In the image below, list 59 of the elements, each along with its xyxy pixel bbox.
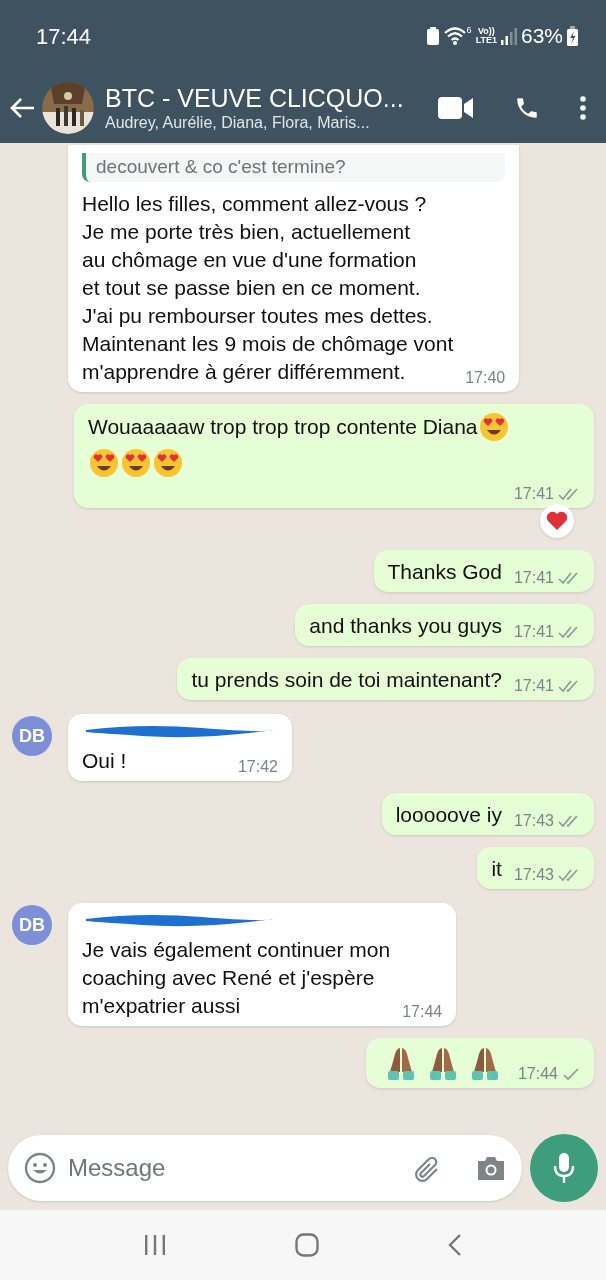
home-icon: [295, 1233, 319, 1257]
message-text-input[interactable]: Message: [68, 1150, 398, 1186]
emoji-icon: [24, 1152, 56, 1184]
message-time: 17:41: [513, 622, 554, 642]
praying-hands-emoji-icon: [385, 1046, 416, 1082]
reaction-badge[interactable]: [540, 504, 574, 538]
recent-apps-button[interactable]: [144, 1234, 167, 1256]
signal-icon: [500, 27, 517, 45]
quoted-message[interactable]: decouvert & co c'est termine?: [82, 153, 506, 182]
heart-icon: [546, 511, 568, 531]
clock-time: 17:44: [36, 22, 92, 51]
wifi-icon: [442, 26, 467, 46]
battery-charging-icon: [567, 26, 578, 46]
message-time: 17:43: [513, 865, 554, 885]
back-nav-button[interactable]: [447, 1233, 462, 1257]
message-time: 17:41: [513, 676, 554, 696]
wifi-band-label: 6: [466, 26, 472, 35]
message-text: Je vais également continuer mon coaching avec René et j'espère m'expatrier aussi: [82, 937, 391, 1019]
more-options-button[interactable]: [580, 95, 586, 120]
camera-icon: [476, 1155, 506, 1181]
back-button[interactable]: [10, 96, 36, 119]
video-camera-icon: [438, 95, 474, 120]
avatar-initials: DB: [12, 905, 52, 945]
praying-hands-emoji-icon: [469, 1046, 500, 1082]
home-button[interactable]: [295, 1233, 319, 1257]
message-input-field[interactable]: Message: [8, 1135, 522, 1201]
message-text: and thanks you guys: [309, 613, 502, 639]
message-time: 17:41: [513, 568, 554, 588]
message-text: Hello les filles, comment allez-vous ? Je me porte très bien, actuellement au chômage en vue d'une formation et tout se passe bien en ce moment. J'ai pu rembourser toutes mes dettes. Maintenant les 9 mois de chômage vont m'apprendre à gérer différemment.: [82, 191, 454, 385]
message-text: Oui !: [82, 748, 127, 774]
message-text: tu prends soin de toi maintenant?: [191, 667, 502, 693]
heart-eyes-emoji-icon: [478, 412, 509, 442]
heart-eyes-emoji-icon: [121, 448, 151, 478]
battery-percentage: 63%: [520, 23, 563, 50]
praying-hands-emoji-icon: [427, 1046, 458, 1082]
message-time: 17:41: [513, 484, 554, 504]
message-text: it: [491, 856, 502, 882]
chat-members: Audrey, Aurélie, Diana, Flora, Maris...: [105, 112, 371, 133]
chat-title: BTC - VEUVE CLICQUO...: [105, 82, 404, 113]
back-arrow-icon: [10, 96, 36, 119]
message-time: 17:40: [465, 368, 506, 388]
message-time: 17:44: [517, 1064, 558, 1084]
heart-eyes-emoji-icon: [89, 448, 119, 478]
video-call-button[interactable]: [438, 95, 474, 120]
message-time: 17:44: [402, 1002, 443, 1022]
avatar-initials: DB: [12, 716, 52, 756]
message-text: looooove iy: [395, 802, 502, 828]
volte-label: Vo)): [477, 27, 495, 36]
network-type-label: LTE1: [475, 36, 497, 45]
message-time: 17:42: [237, 757, 278, 777]
recent-apps-icon: [144, 1234, 167, 1256]
more-vertical-icon: [580, 95, 586, 120]
message-time: 17:43: [513, 811, 554, 831]
chevron-left-icon: [447, 1233, 462, 1257]
battery-saver-icon: [426, 27, 439, 45]
heart-eyes-emoji-icon: [153, 448, 183, 478]
message-text: Thanks God: [387, 559, 502, 585]
message-text: Wouaaaaaw trop trop trop contente Diana: [88, 414, 478, 440]
microphone-icon: [552, 1152, 576, 1184]
